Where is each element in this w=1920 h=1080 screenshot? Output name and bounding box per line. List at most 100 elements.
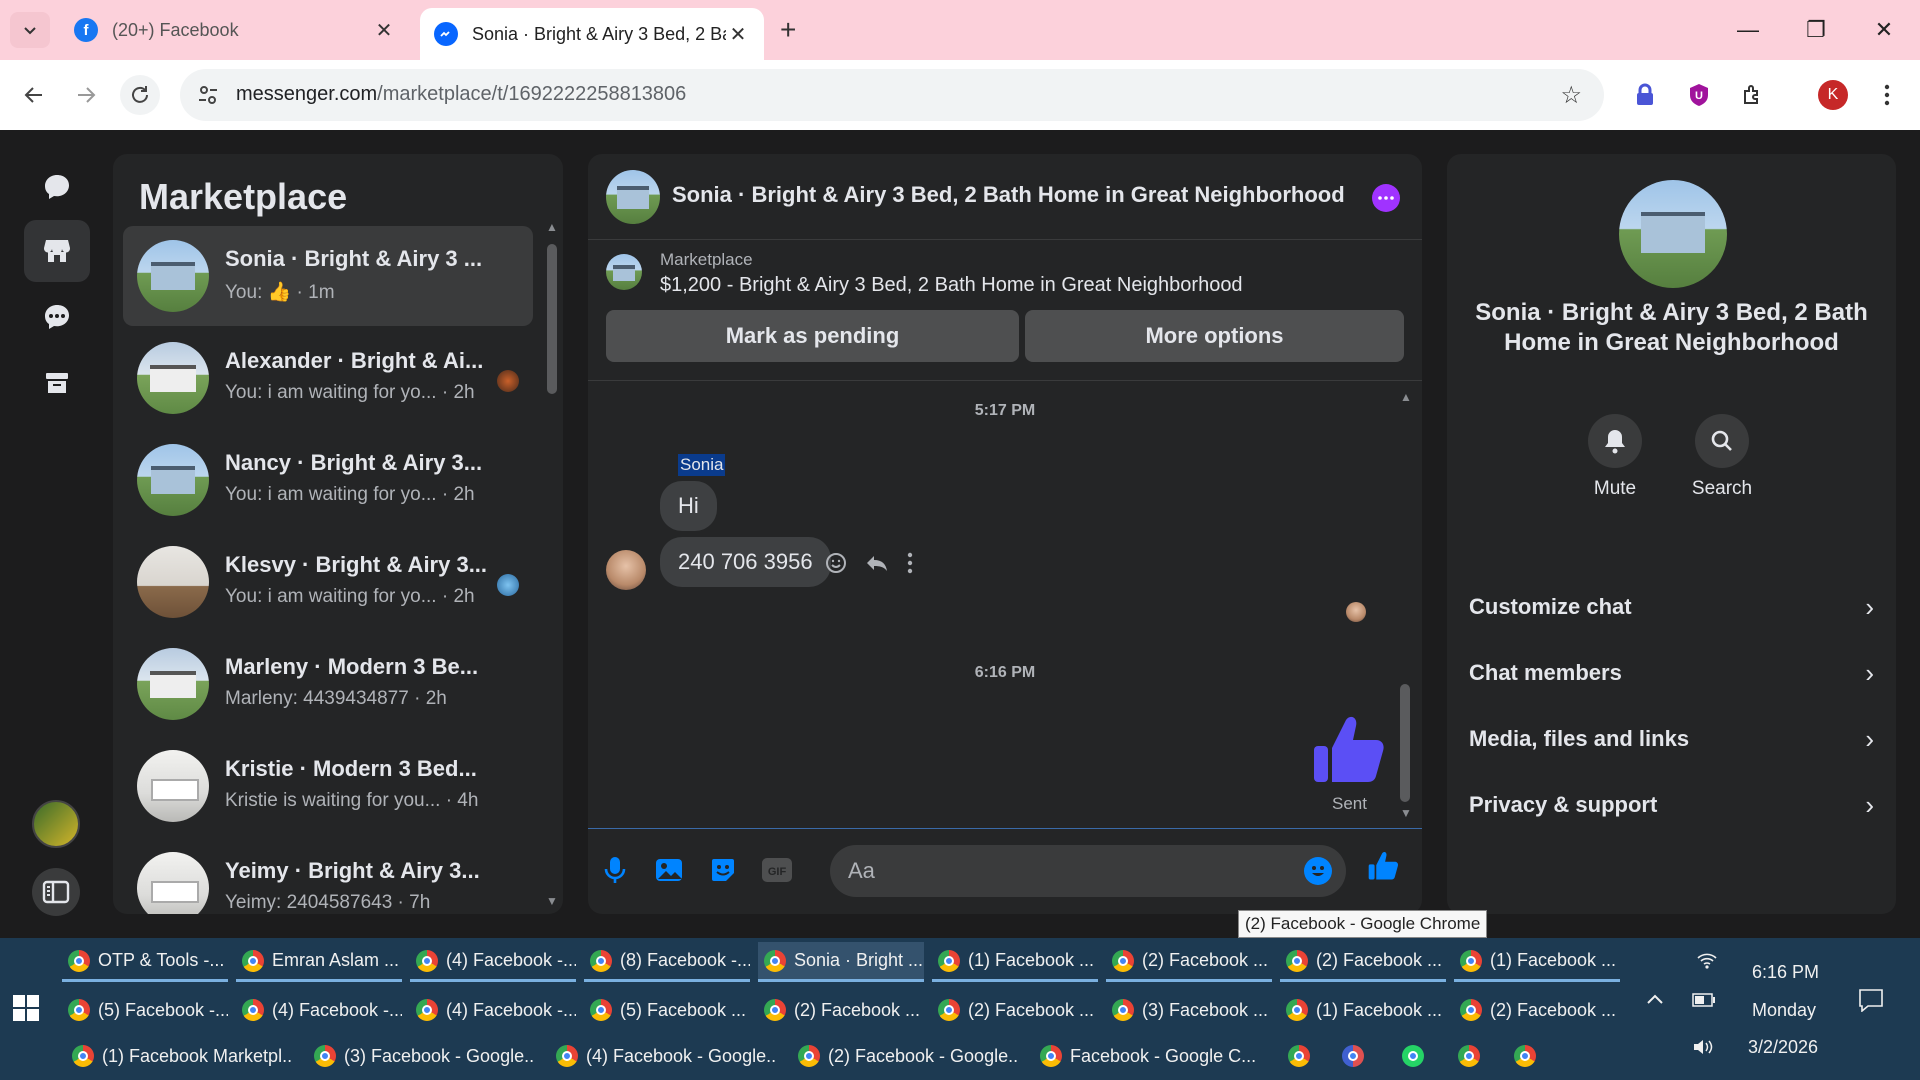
search-button[interactable]: Search [1677, 414, 1767, 500]
conversation-item[interactable]: Alexander · Bright & Ai... You: i am wai… [123, 328, 533, 428]
taskbar-window-item[interactable]: (4) Facebook -... [410, 942, 576, 982]
taskbar-window-item[interactable]: (4) Facebook -... [410, 990, 576, 1030]
message-bubble[interactable]: 240 706 3956 [660, 537, 831, 587]
archive-nav-button[interactable] [24, 352, 90, 414]
user-avatar[interactable] [32, 800, 80, 848]
message-more-icon[interactable] [906, 551, 914, 575]
site-settings-icon[interactable] [196, 83, 220, 107]
restore-button[interactable]: ❐ [1786, 10, 1846, 50]
taskbar-window-item[interactable]: (3) Facebook - Google... [308, 1036, 534, 1076]
conversation-item[interactable]: Kristie · Modern 3 Bed... Kristie is wai… [123, 736, 533, 836]
close-icon[interactable]: ✕ [726, 22, 750, 47]
mark-as-pending-button[interactable]: Mark as pending [606, 310, 1019, 362]
taskbar-window-item[interactable]: (5) Facebook -... [62, 990, 228, 1030]
conversation-item[interactable]: Yeimy · Bright & Airy 3... Yeimy: 240458… [123, 838, 533, 914]
close-icon[interactable]: ✕ [372, 18, 396, 43]
more-options-button[interactable]: More options [1025, 310, 1404, 362]
volume-icon[interactable] [1692, 1038, 1714, 1062]
clock-day[interactable]: Monday [1752, 1000, 1816, 1021]
bookmark-star-icon[interactable]: ☆ [1560, 81, 1582, 110]
scrollbar[interactable] [547, 244, 557, 394]
profile-avatar[interactable]: K [1818, 80, 1848, 110]
taskbar-chrome-icon[interactable] [1452, 1036, 1492, 1076]
tab-messenger[interactable]: Sonia · Bright & Airy 3 Bed, 2 Ba ✕ [420, 8, 764, 60]
clock-time[interactable]: 6:16 PM [1752, 962, 1819, 983]
microphone-icon[interactable] [598, 853, 632, 887]
ublock-extension-icon[interactable]: U [1682, 78, 1716, 112]
gif-icon[interactable]: GIF [760, 853, 794, 887]
taskbar-window-item[interactable]: (2) Facebook ... [1454, 990, 1620, 1030]
message-requests-nav-button[interactable] [24, 286, 90, 348]
sender-avatar[interactable] [606, 550, 646, 590]
taskbar-window-item[interactable]: (8) Facebook -... [584, 942, 750, 982]
taskbar-window-item[interactable]: (4) Facebook -... [236, 990, 402, 1030]
back-button[interactable] [14, 75, 54, 115]
taskbar-window-item[interactable]: Sonia · Bright ... [758, 942, 924, 982]
taskbar-window-item[interactable]: (4) Facebook - Google... [550, 1036, 776, 1076]
reply-arrow-icon[interactable] [864, 551, 890, 575]
lock-extension-icon[interactable] [1628, 78, 1662, 112]
conversation-item[interactable]: Marleny · Modern 3 Be... Marleny: 443943… [123, 634, 533, 734]
react-smiley-icon[interactable] [824, 551, 848, 575]
tab-facebook[interactable]: f (20+) Facebook ✕ [60, 8, 410, 52]
taskbar-whatsapp-icon[interactable] [1396, 1036, 1436, 1076]
scroll-down-arrow[interactable]: ▼ [546, 894, 558, 908]
taskbar-window-item[interactable]: OTP & Tools -... [62, 942, 228, 982]
chats-nav-button[interactable] [24, 156, 90, 218]
tab-search-button[interactable] [10, 12, 50, 48]
windows-start-icon[interactable] [12, 994, 40, 1022]
close-window-button[interactable]: ✕ [1854, 10, 1914, 50]
conversation-item[interactable]: Klesvy · Bright & Airy 3... You: i am wa… [123, 532, 533, 632]
wifi-icon[interactable] [1696, 950, 1718, 976]
extensions-puzzle-icon[interactable] [1736, 78, 1770, 112]
taskbar-chrome-icon[interactable] [1282, 1036, 1322, 1076]
customize-chat-row[interactable]: Customize chat › [1469, 582, 1874, 632]
scrollbar[interactable] [1400, 684, 1410, 802]
kebab-menu-icon[interactable] [1870, 78, 1904, 112]
privacy-support-row[interactable]: Privacy & support › [1469, 780, 1874, 830]
message-bubble[interactable]: Hi [660, 481, 717, 531]
reload-button[interactable] [120, 75, 160, 115]
taskbar-window-item[interactable]: Facebook - Google C... [1034, 1036, 1260, 1076]
message-input[interactable] [848, 845, 1288, 897]
conversation-info-button[interactable] [1372, 184, 1400, 212]
chat-avatar[interactable] [606, 170, 660, 224]
taskbar-window-item[interactable]: (1) Facebook ... [1280, 990, 1446, 1030]
marketplace-nav-button[interactable] [24, 220, 90, 282]
thumbs-up-icon[interactable] [1310, 712, 1386, 788]
conversation-item[interactable]: Nancy · Bright & Airy 3... You: i am wai… [123, 430, 533, 530]
taskbar-window-item[interactable]: Emran Aslam ... [236, 942, 402, 982]
scroll-down-arrow[interactable]: ▼ [1400, 806, 1412, 820]
taskbar-window-item[interactable]: (2) Facebook - Google... [792, 1036, 1018, 1076]
taskbar-window-item[interactable]: (2) Facebook ... [758, 990, 924, 1030]
scroll-up-arrow[interactable]: ▲ [546, 220, 558, 234]
like-send-icon[interactable] [1366, 849, 1400, 883]
taskbar-chrome-icon[interactable] [1508, 1036, 1548, 1076]
taskbar-window-item[interactable]: (3) Facebook ... [1106, 990, 1272, 1030]
taskbar-window-item[interactable]: (2) Facebook ... [932, 990, 1098, 1030]
forward-button[interactable] [66, 75, 106, 115]
taskbar-window-item[interactable]: (1) Facebook Marketpl... [66, 1036, 292, 1076]
clock-date[interactable]: 3/2/2026 [1748, 1037, 1818, 1058]
mute-button[interactable]: Mute [1570, 414, 1660, 500]
emoji-icon[interactable] [1304, 857, 1332, 885]
taskbar-window-item[interactable]: (2) Facebook ... [1280, 942, 1446, 982]
chat-members-row[interactable]: Chat members › [1469, 648, 1874, 698]
listing-banner[interactable]: Marketplace $1,200 - Bright & Airy 3 Bed… [588, 240, 1422, 310]
new-tab-button[interactable]: + [780, 14, 796, 46]
address-bar[interactable]: messenger.com/marketplace/t/169222225881… [180, 69, 1604, 121]
chat-title[interactable]: Sonia · Bright & Airy 3 Bed, 2 Bath Home… [672, 182, 1345, 208]
sidebar-toggle-button[interactable] [32, 868, 80, 916]
taskbar-window-item[interactable]: (1) Facebook ... [932, 942, 1098, 982]
conversation-item[interactable]: Sonia · Bright & Airy 3 ... You: 👍 · 1m [123, 226, 533, 326]
taskbar-window-item[interactable]: (1) Facebook ... [1454, 942, 1620, 982]
minimize-button[interactable]: — [1718, 10, 1778, 50]
photo-icon[interactable] [652, 853, 686, 887]
taskbar-window-item[interactable]: (5) Facebook ... [584, 990, 750, 1030]
battery-icon[interactable] [1692, 990, 1716, 1013]
media-files-links-row[interactable]: Media, files and links › [1469, 714, 1874, 764]
notification-center-icon[interactable] [1858, 988, 1884, 1018]
taskbar-app-icon[interactable] [1336, 1036, 1376, 1076]
taskbar-window-item[interactable]: (2) Facebook ... [1106, 942, 1272, 982]
show-hidden-icons-chevron-up-icon[interactable] [1646, 988, 1664, 1011]
